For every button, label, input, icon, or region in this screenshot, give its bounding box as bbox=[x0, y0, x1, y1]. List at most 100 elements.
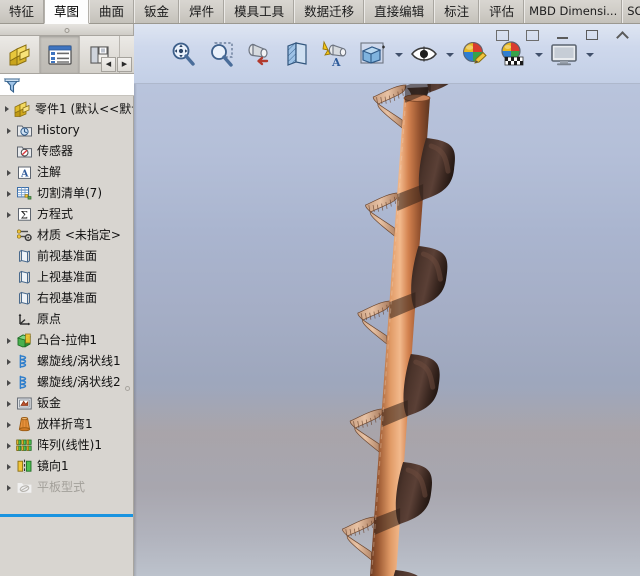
display-style-dropdown-caret[interactable] bbox=[394, 43, 403, 65]
sheetmetal-icon bbox=[15, 394, 34, 413]
tree-item[interactable]: 平板型式 bbox=[0, 477, 133, 498]
part-yellow-icon bbox=[9, 43, 29, 66]
auger-flight-edge bbox=[349, 408, 384, 453]
view-orientation-button[interactable]: A bbox=[318, 37, 352, 71]
tree-item-spacer bbox=[2, 309, 15, 330]
panel-tab-strip: ◀ ▶ bbox=[0, 36, 134, 74]
ribbon-tab-3[interactable]: 钣金 bbox=[134, 0, 180, 23]
expand-arrow-icon[interactable] bbox=[2, 435, 15, 456]
auger-flight-front bbox=[427, 84, 449, 93]
tree-item[interactable]: 传感器 bbox=[0, 141, 133, 162]
filter-funnel-icon bbox=[3, 77, 21, 93]
tree-item-label: 放样折弯1 bbox=[37, 417, 93, 431]
plane-icon bbox=[15, 268, 34, 287]
tree-item[interactable]: 上视基准面 bbox=[0, 267, 133, 288]
collapse-ribbon-button[interactable] bbox=[608, 25, 636, 45]
ribbon-tab-1[interactable]: 草图 bbox=[44, 0, 90, 24]
zoom-to-fit-button[interactable] bbox=[166, 37, 200, 71]
expand-arrow-icon[interactable] bbox=[2, 477, 15, 498]
ribbon-tab-0[interactable]: 特征 bbox=[0, 0, 45, 23]
minimize-button[interactable] bbox=[548, 25, 576, 45]
panel-nav-forward-button[interactable]: ▶ bbox=[117, 57, 132, 72]
tree-item[interactable]: 凸台-拉伸1 bbox=[0, 330, 133, 351]
tree-item-label: 材质 <未指定> bbox=[37, 228, 121, 242]
tree-empty-area bbox=[0, 517, 133, 576]
panel-nav-back-button[interactable]: ◀ bbox=[101, 57, 116, 72]
expand-arrow-icon[interactable] bbox=[2, 204, 15, 225]
expand-arrow-icon[interactable] bbox=[2, 372, 15, 393]
svg-text:Σ: Σ bbox=[21, 209, 28, 221]
tree-item-label: 注解 bbox=[37, 165, 62, 179]
expand-arrow-icon[interactable] bbox=[2, 162, 15, 183]
restore-doc-button[interactable] bbox=[488, 25, 516, 45]
cutlist-icon bbox=[15, 184, 34, 203]
tree-item-spacer bbox=[2, 267, 15, 288]
graphics-viewport[interactable] bbox=[134, 84, 640, 576]
tree-resize-dot[interactable] bbox=[125, 386, 130, 391]
plane-icon bbox=[15, 289, 34, 308]
feature-manager-panel: ◀ ▶ 零件1 (默认<<默认>_ History 传感器 bbox=[0, 36, 134, 576]
expand-arrow-icon[interactable] bbox=[2, 120, 15, 141]
property-manager-tab[interactable] bbox=[40, 36, 80, 73]
ribbon-tab-5[interactable]: 模具工具 bbox=[224, 0, 295, 23]
expand-arrow-icon[interactable] bbox=[2, 456, 15, 477]
ribbon-splitter-grip[interactable] bbox=[64, 28, 69, 33]
tree-item[interactable]: 放样折弯1 bbox=[0, 414, 133, 435]
tree-item[interactable]: 切割清单(7) bbox=[0, 183, 133, 204]
tree-root-item[interactable]: 零件1 (默认<<默认>_ bbox=[0, 98, 133, 120]
origin-icon bbox=[15, 310, 34, 329]
ribbon-tab-9[interactable]: 评估 bbox=[479, 0, 525, 23]
tree-item[interactable]: 阵列(线性)1 bbox=[0, 435, 133, 456]
feature-manager-tab[interactable] bbox=[0, 36, 40, 73]
auger-flight-edge bbox=[372, 84, 407, 129]
auger-model[interactable] bbox=[134, 84, 640, 576]
tree-item[interactable]: History bbox=[0, 120, 133, 141]
section-view-button[interactable] bbox=[280, 37, 314, 71]
expand-arrow-icon[interactable] bbox=[2, 330, 15, 351]
tree-item[interactable]: 原点 bbox=[0, 309, 133, 330]
ribbon-tab-2[interactable]: 曲面 bbox=[89, 0, 135, 23]
tree-item[interactable]: Σ 方程式 bbox=[0, 204, 133, 225]
tree-item[interactable]: 前视基准面 bbox=[0, 246, 133, 267]
expand-arrow-icon[interactable] bbox=[2, 183, 15, 204]
tree-item[interactable]: 螺旋线/涡状线1 bbox=[0, 351, 133, 372]
ribbon-tab-6[interactable]: 数据迁移 bbox=[294, 0, 365, 23]
hide-show-items-button[interactable] bbox=[407, 37, 441, 71]
ribbon-tab-7[interactable]: 直接编辑 bbox=[364, 0, 435, 23]
tree-item-label: 凸台-拉伸1 bbox=[37, 333, 97, 347]
material-icon bbox=[15, 226, 34, 245]
window-controls bbox=[440, 24, 640, 46]
ribbon-tab-4[interactable]: 焊件 bbox=[179, 0, 225, 23]
tree-item-spacer bbox=[2, 225, 15, 246]
ribbon-tab-11[interactable]: SO... bbox=[622, 0, 640, 23]
zoom-to-area-button[interactable] bbox=[204, 37, 238, 71]
tree-item[interactable]: 钣金 bbox=[0, 393, 133, 414]
previous-view-button[interactable] bbox=[242, 37, 276, 71]
tree-item-label: 螺旋线/涡状线2 bbox=[37, 375, 121, 389]
expand-arrow-icon[interactable] bbox=[0, 99, 13, 120]
panel-nav-buttons: ◀ ▶ bbox=[101, 57, 132, 72]
expand-arrow-icon[interactable] bbox=[2, 414, 15, 435]
ribbon-tab-8[interactable]: 标注 bbox=[434, 0, 480, 23]
restore-doc-button-2[interactable] bbox=[518, 25, 546, 45]
view-orientation-icon: A bbox=[322, 40, 347, 69]
ribbon-tab-10[interactable]: MBD Dimensi... bbox=[524, 0, 623, 23]
tree-item[interactable]: 螺旋线/涡状线2 bbox=[0, 372, 133, 393]
tree-item[interactable]: 材质 <未指定> bbox=[0, 225, 133, 246]
expand-arrow-icon[interactable] bbox=[2, 393, 15, 414]
auger-flight-edge bbox=[342, 516, 376, 561]
zoom-to-area-icon bbox=[211, 41, 233, 67]
display-style-button[interactable] bbox=[356, 37, 390, 71]
tree-item[interactable]: 右视基准面 bbox=[0, 288, 133, 309]
box-icon bbox=[495, 29, 509, 41]
expand-arrow-icon[interactable] bbox=[2, 351, 15, 372]
tree-filter-row[interactable] bbox=[0, 74, 134, 96]
box-icon bbox=[525, 29, 539, 41]
chevron-up-icon bbox=[615, 30, 629, 44]
feature-tree[interactable]: 零件1 (默认<<默认>_ History 传感器 A 注解 切割清单(7) Σ… bbox=[0, 96, 133, 514]
property-list-icon bbox=[47, 44, 72, 65]
tree-item[interactable]: A 注解 bbox=[0, 162, 133, 183]
tree-item[interactable]: 镜向1 bbox=[0, 456, 133, 477]
maximize-button[interactable] bbox=[578, 25, 606, 45]
ribbon-splitter[interactable] bbox=[0, 24, 134, 36]
